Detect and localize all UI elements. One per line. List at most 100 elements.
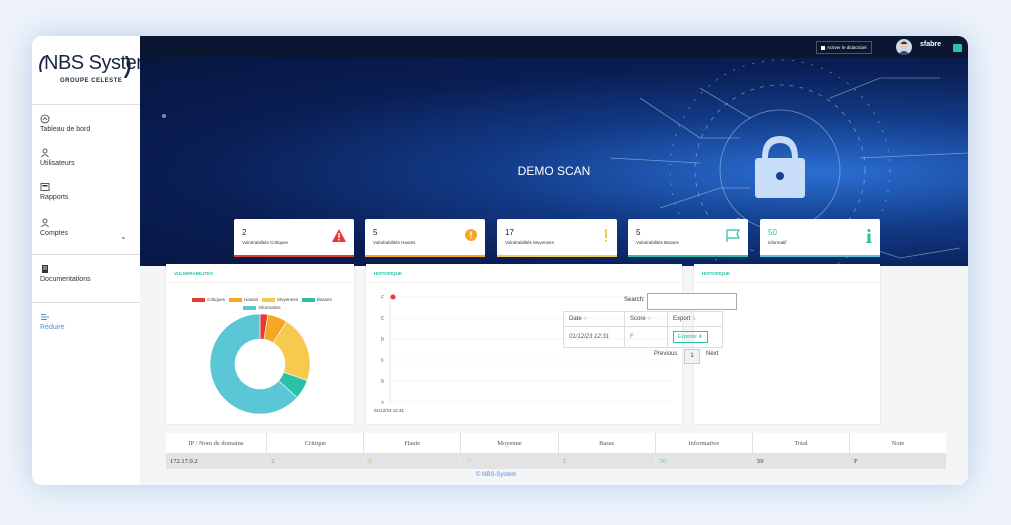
hero-banner: DEMO SCAN 2 Vulnérabilités Critiques 5 V…: [140, 58, 968, 266]
y-tick-label: C: [381, 358, 385, 363]
logo: NBS System GROUPE CELESTE: [38, 52, 153, 96]
home-icon: [40, 114, 50, 124]
avatar-icon: [898, 41, 910, 55]
divider: [32, 302, 140, 303]
sidebar-reduce-button[interactable]: Réduire: [40, 312, 65, 331]
row-critique: 2: [266, 453, 365, 469]
activate-tutorial-button[interactable]: Activer le didacticiel: [816, 41, 872, 54]
card-label: Vulnérabilités Basses: [636, 240, 679, 245]
column-header[interactable]: Informative: [655, 433, 754, 454]
row-export-cell: Exporter ⬇: [667, 326, 723, 348]
sidebar-item-label: Réduire: [40, 324, 65, 331]
column-header[interactable]: Note: [849, 433, 946, 454]
card-label: informatif: [768, 240, 787, 245]
sidebar-item-dashboard[interactable]: Tableau de bord: [40, 114, 90, 133]
y-tick-label: B: [381, 379, 384, 384]
top-bar: Activer le didacticiel sfabre: [140, 36, 968, 58]
card-accent-bar: [365, 255, 485, 257]
y-tick-label: D: [381, 337, 385, 342]
divider: [694, 282, 880, 283]
y-tick-label: A: [381, 400, 384, 405]
sidebar-item-accounts[interactable]: Comptes: [40, 218, 68, 237]
report-icon: [40, 183, 50, 191]
pagination-next[interactable]: Next: [706, 351, 718, 357]
column-header[interactable]: Haute: [363, 433, 462, 454]
export-button[interactable]: Exporter ⬇: [673, 331, 708, 343]
sidebar-item-label: Documentations: [40, 276, 91, 283]
row-ip: 172.17.0.2: [166, 453, 268, 469]
row-haute: 5: [363, 453, 462, 469]
card-value: 50: [768, 228, 777, 237]
pagination-page[interactable]: 1: [684, 349, 700, 364]
column-header[interactable]: IP / Nom de domaine: [166, 433, 268, 454]
username[interactable]: sfabre: [920, 41, 941, 48]
brand-swoosh-icon: [39, 56, 46, 72]
card-label: Vulnérabilités Critiques: [242, 240, 288, 245]
app-window: NBS System GROUPE CELESTE Tableau de bor…: [32, 36, 968, 485]
column-header[interactable]: Critique: [266, 433, 365, 454]
column-header[interactable]: Moyenne: [460, 433, 559, 454]
sidebar-item-label: Tableau de bord: [40, 126, 91, 133]
card-low[interactable]: 5 Vulnérabilités Basses: [628, 219, 748, 257]
pagination-previous[interactable]: Previous: [654, 351, 677, 357]
history-data-point[interactable]: [390, 294, 396, 300]
y-tick-label: F: [381, 295, 384, 300]
search-input[interactable]: [647, 293, 737, 310]
column-header[interactable]: Basse: [558, 433, 656, 454]
card-critical[interactable]: 2 Vulnérabilités Critiques: [234, 219, 354, 257]
card-accent-bar: [234, 255, 354, 257]
avatar[interactable]: [896, 39, 912, 55]
divider: [32, 254, 140, 255]
card-accent-bar: [497, 255, 617, 257]
y-tick-label: E: [381, 316, 384, 321]
table-row: 01/12/23 12:31 F Exporter ⬇: [563, 326, 723, 348]
warning-triangle-icon: [332, 229, 346, 242]
info-icon: [866, 229, 872, 243]
card-value: 17: [505, 228, 514, 237]
sidebar: NBS System GROUPE CELESTE Tableau de bor…: [32, 36, 153, 485]
doc-icon: [42, 265, 48, 273]
column-header-export[interactable]: Export ⇅: [667, 311, 723, 327]
mail-icon[interactable]: [953, 44, 962, 52]
sidebar-item-label: Comptes: [40, 230, 69, 237]
card-value: 5: [373, 228, 378, 237]
card-high[interactable]: 5 Vulnérabilités Hautes: [365, 219, 485, 257]
vulnerabilities-donut-chart: [209, 313, 311, 415]
history-table: Date ⇅ Score ⇅ Export ⇅ 01/12/23 12:31 F…: [563, 311, 723, 348]
main-content: Activer le didacticiel sfabre DEMO SCAN …: [140, 36, 968, 485]
brand-name: NBS System: [44, 52, 153, 74]
card-info[interactable]: 50 informatif: [760, 219, 880, 257]
row-informative: 50: [655, 453, 754, 469]
column-header-score[interactable]: Score ⇅: [624, 311, 668, 327]
search-label: Search:: [624, 297, 645, 303]
brand-swoosh-right-icon: [124, 56, 131, 78]
row-note: F: [849, 453, 946, 469]
sidebar-item-label: Utilisateurs: [40, 160, 75, 167]
row-total: 59: [752, 453, 850, 469]
card-value: 5: [636, 228, 641, 237]
row-score: F: [624, 326, 668, 348]
row-date: 01/12/23 12:31: [563, 326, 625, 348]
row-moyenne: 17: [460, 453, 559, 469]
menu-icon: [41, 314, 49, 320]
brand-sub: GROUPE CELESTE: [60, 78, 123, 84]
user-icon: [41, 148, 49, 158]
card-accent-bar: [760, 255, 880, 257]
card-medium[interactable]: 17 Vulnérabilités Moyennes: [497, 219, 617, 257]
row-basse: 5: [558, 453, 656, 469]
sidebar-item-documentation[interactable]: Documentations: [40, 264, 91, 283]
sidebar-item-reports[interactable]: Rapports: [40, 182, 68, 201]
card-label: Vulnérabilités Hautes: [373, 240, 416, 245]
summary-table: IP / Nom de domaine Critique Haute Moyen…: [166, 433, 946, 469]
chevron-down-icon[interactable]: ⌄: [120, 232, 127, 241]
flag-icon: [726, 229, 740, 242]
sidebar-item-users[interactable]: Utilisateurs: [40, 148, 75, 167]
footer-copyright: © NBS-System: [476, 472, 517, 478]
alert-circle-icon: [465, 229, 477, 241]
column-header-date[interactable]: Date ⇅: [563, 311, 625, 327]
download-icon: ⬇: [698, 334, 703, 340]
card-value: 2: [242, 228, 247, 237]
panel-title: HISTORIQUE: [702, 271, 730, 276]
card-accent-bar: [628, 255, 748, 257]
column-header[interactable]: Total: [752, 433, 850, 454]
